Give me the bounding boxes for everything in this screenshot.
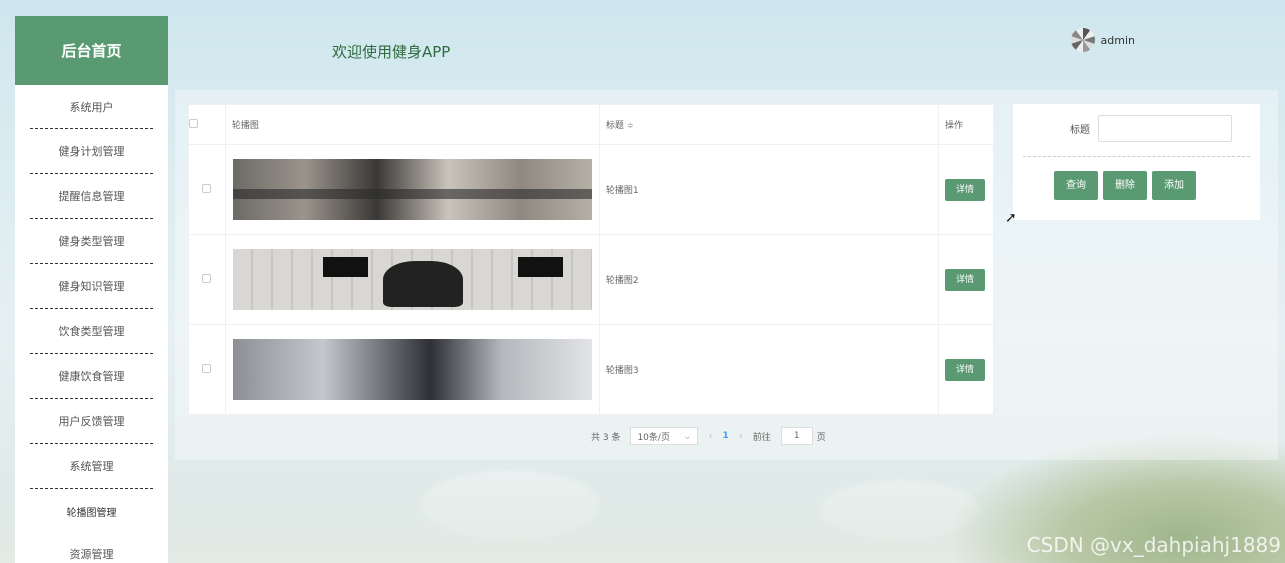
search-panel: 标题 查询 删除 添加 (1013, 104, 1260, 220)
title-search-input[interactable] (1098, 115, 1232, 142)
image-cell (224, 144, 600, 235)
table-row: 轮播图1 详情 (188, 144, 994, 235)
search-label: 标题 (1070, 125, 1090, 136)
operation-cell: 详情 (938, 234, 994, 325)
title-cell: 轮播图3 (598, 324, 940, 415)
page-size-select[interactable]: 10条/页 ⌄ (630, 427, 699, 445)
user-name: admin (1100, 33, 1135, 47)
next-page-icon[interactable]: › (739, 431, 743, 442)
watermark: CSDN @vx_dahpiahj1889 (1026, 533, 1281, 557)
row-checkbox[interactable] (202, 183, 212, 193)
title-cell: 轮播图1 (598, 144, 940, 235)
sidebar-item-fitness-plan[interactable]: 健身计划管理 (30, 129, 153, 174)
avatar (1070, 28, 1095, 52)
sidebar-item-diet-types[interactable]: 饮食类型管理 (30, 309, 153, 354)
goto-suffix: 页 (816, 432, 826, 443)
detail-button[interactable]: 详情 (945, 358, 985, 381)
sidebar: 后台首页 系统用户 健身计划管理 提醒信息管理 健身类型管理 健身知识管理 饮食… (15, 16, 168, 563)
divider (1023, 156, 1250, 157)
mouse-cursor-icon: ➚ (1005, 210, 1017, 226)
sidebar-item-healthy-diet[interactable]: 健康饮食管理 (30, 354, 153, 399)
table-row: 轮播图3 详情 (188, 324, 994, 415)
select-all-checkbox[interactable] (189, 118, 198, 128)
goto-prefix: 前往 (752, 432, 771, 443)
pagination-total: 共 3 条 (591, 432, 621, 443)
column-header-title-label: 标题 (605, 121, 624, 131)
page-size-value: 10条/页 (637, 432, 670, 443)
image-cell (224, 324, 600, 415)
row-checkbox-cell (188, 234, 226, 325)
sidebar-item-system-users[interactable]: 系统用户 (30, 85, 153, 129)
row-checkbox-cell (188, 144, 226, 235)
search-buttons: 查询 删除 添加 (1054, 171, 1196, 200)
sidebar-home-link[interactable]: 后台首页 (15, 16, 168, 85)
sidebar-item-resources[interactable]: 资源管理 (30, 534, 153, 563)
sidebar-item-reminders[interactable]: 提醒信息管理 (30, 174, 153, 219)
row-checkbox-cell (188, 324, 226, 415)
table-row: 轮播图2 详情 (188, 234, 994, 325)
delete-button[interactable]: 删除 (1103, 171, 1147, 200)
prev-page-icon[interactable]: ‹ (708, 431, 712, 442)
add-button[interactable]: 添加 (1152, 171, 1196, 200)
goto-page-input[interactable]: 1 (780, 427, 813, 445)
carousel-image (232, 339, 592, 400)
sidebar-item-user-feedback[interactable]: 用户反馈管理 (30, 399, 153, 444)
sidebar-item-system-management[interactable]: 系统管理 (30, 444, 153, 489)
header: 欢迎使用健身APP admin (168, 16, 1285, 85)
image-cell (224, 234, 600, 325)
row-checkbox[interactable] (202, 273, 212, 283)
query-button[interactable]: 查询 (1054, 171, 1098, 200)
column-header-operation: 操作 (938, 104, 994, 145)
column-header-image: 轮播图 (224, 104, 600, 145)
row-checkbox[interactable] (202, 363, 212, 373)
chevron-down-icon: ⌄ (683, 430, 692, 442)
carousel-image (232, 159, 592, 220)
carousel-image (232, 249, 592, 310)
pagination: 共 3 条 10条/页 ⌄ ‹ 1 › 前往 1 页 (591, 427, 826, 445)
sidebar-item-fitness-types[interactable]: 健身类型管理 (30, 219, 153, 264)
header-checkbox-cell (188, 104, 226, 145)
search-row: 标题 (1070, 115, 1232, 142)
detail-button[interactable]: 详情 (945, 268, 985, 291)
sort-icon[interactable]: ≑ (627, 121, 634, 130)
user-menu[interactable]: admin (1070, 28, 1135, 52)
operation-cell: 详情 (938, 324, 994, 415)
carousel-table: 轮播图 标题 ≑ 操作 轮播图1 详情 轮播图2 详情 轮播图3 详情 (188, 104, 994, 415)
column-header-title[interactable]: 标题 ≑ (598, 104, 940, 145)
title-cell: 轮播图2 (598, 234, 940, 325)
sidebar-item-carousel[interactable]: 轮播图管理 (30, 489, 153, 534)
sidebar-item-fitness-knowledge[interactable]: 健身知识管理 (30, 264, 153, 309)
detail-button[interactable]: 详情 (945, 178, 985, 201)
welcome-title: 欢迎使用健身APP (332, 43, 451, 61)
current-page-number[interactable]: 1 (722, 431, 728, 441)
table-header-row: 轮播图 标题 ≑ 操作 (188, 104, 994, 145)
operation-cell: 详情 (938, 144, 994, 235)
sidebar-menu: 系统用户 健身计划管理 提醒信息管理 健身类型管理 健身知识管理 饮食类型管理 … (15, 85, 168, 563)
